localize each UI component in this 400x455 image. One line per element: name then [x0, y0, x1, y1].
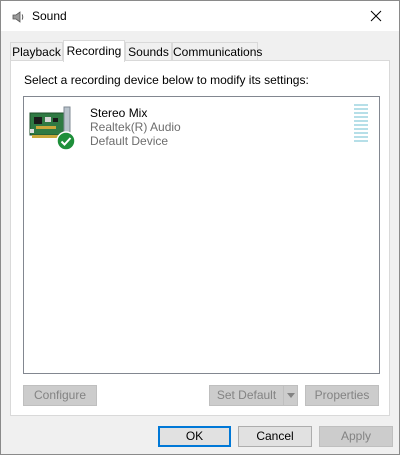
sound-dialog: Sound Playback Recording Sounds Communic…: [0, 0, 400, 455]
device-status: Default Device: [90, 134, 169, 148]
close-icon: [370, 10, 382, 22]
window-title: Sound: [32, 9, 67, 23]
ok-button[interactable]: OK: [158, 426, 231, 447]
recording-panel: Select a recording device below to modif…: [10, 60, 390, 416]
tab-strip: Playback Recording Sounds Communications: [10, 40, 390, 62]
checkmark-icon: [56, 131, 76, 151]
close-button[interactable]: [353, 1, 399, 31]
title-bar: Sound: [1, 1, 399, 31]
properties-button[interactable]: Properties: [305, 385, 379, 406]
configure-button[interactable]: Configure: [23, 385, 97, 406]
tab-playback[interactable]: Playback: [10, 42, 63, 60]
speaker-icon: [12, 11, 24, 23]
set-default-dropdown-button[interactable]: [283, 385, 298, 406]
tab-sounds[interactable]: Sounds: [125, 42, 172, 60]
tab-recording[interactable]: Recording: [63, 40, 125, 62]
chevron-down-icon: [286, 393, 295, 398]
cancel-button[interactable]: Cancel: [238, 426, 312, 447]
level-meter: [354, 104, 368, 148]
instructions-text: Select a recording device below to modif…: [24, 73, 309, 87]
set-default-button[interactable]: Set Default: [209, 385, 284, 406]
tab-communications[interactable]: Communications: [172, 42, 262, 60]
sound-card-icon: [29, 106, 76, 151]
apply-button[interactable]: Apply: [319, 426, 393, 447]
device-list[interactable]: Stereo Mix Realtek(R) Audio Default Devi…: [23, 96, 380, 374]
list-item[interactable]: Stereo Mix Realtek(R) Audio Default Devi…: [26, 101, 376, 153]
device-driver: Realtek(R) Audio: [90, 120, 181, 134]
device-name: Stereo Mix: [90, 106, 148, 120]
